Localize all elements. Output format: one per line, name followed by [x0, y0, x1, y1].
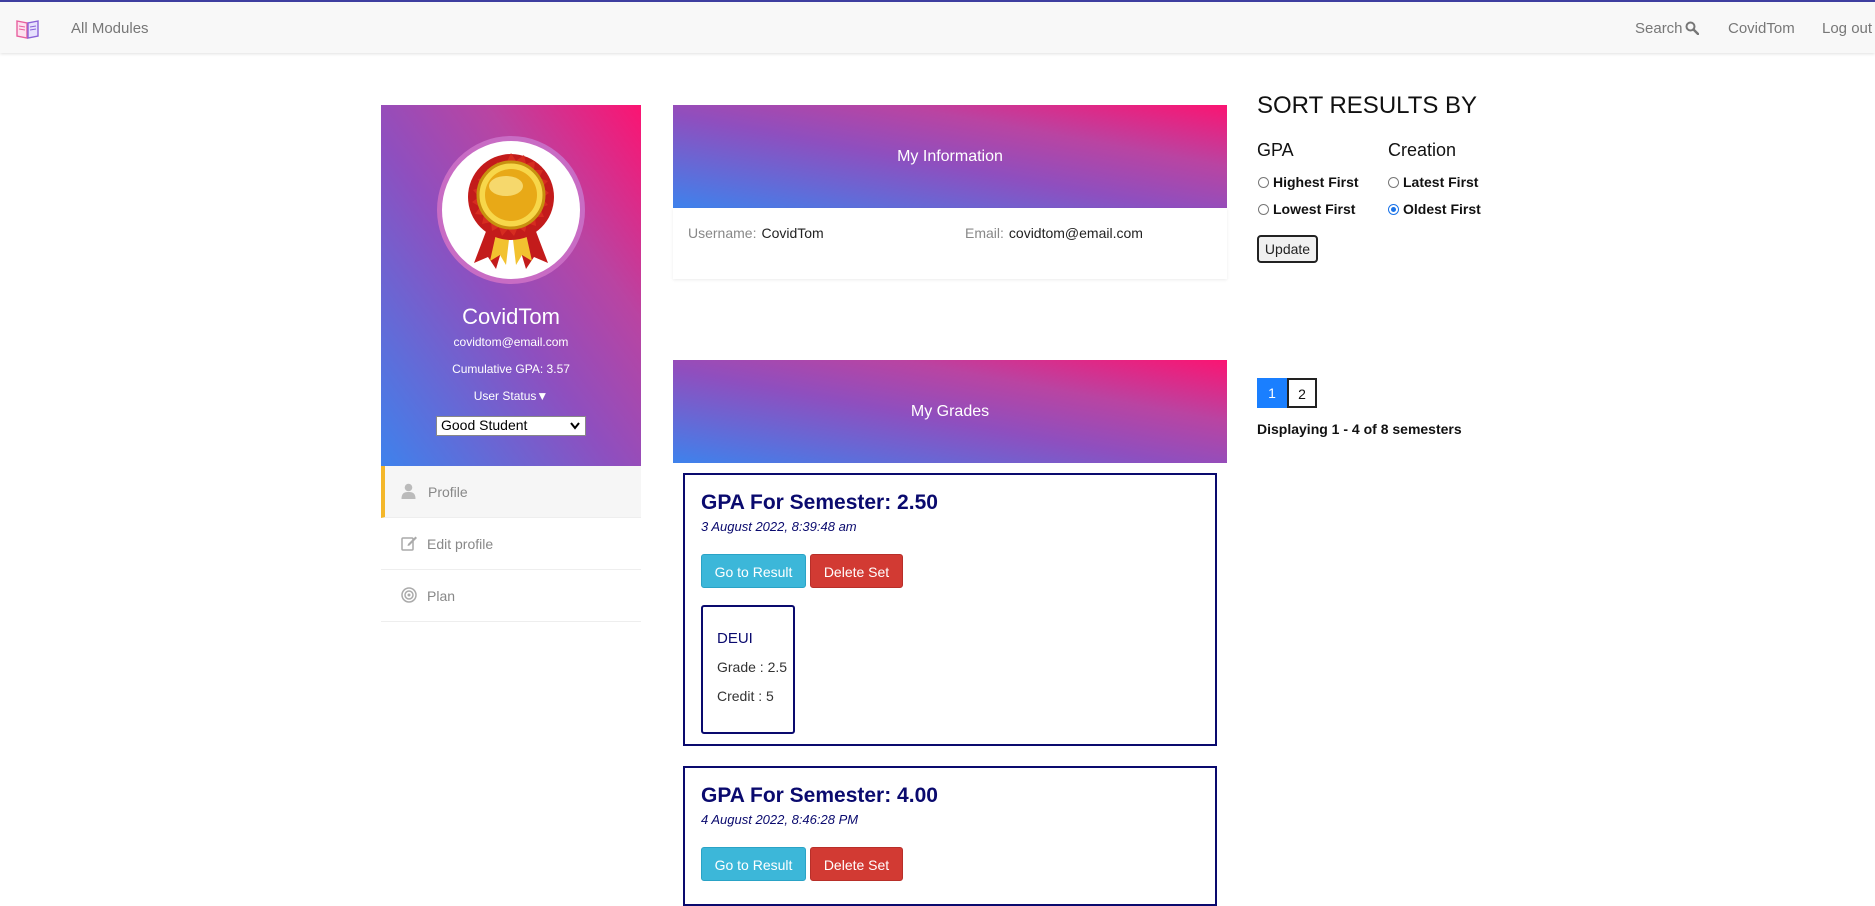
delete-set-button[interactable]: Delete Set [810, 554, 903, 588]
course-name: DEUI [717, 630, 753, 647]
semester-date: 3 August 2022, 8:39:48 am [701, 519, 857, 534]
sort-creation-heading: Creation [1388, 140, 1457, 160]
my-grades-header: My Grades [673, 360, 1227, 463]
chevron-down-icon [570, 422, 580, 430]
award-badge-icon [468, 153, 554, 269]
avatar [437, 136, 585, 284]
sort-results-title: SORT RESULTS BY [1257, 92, 1478, 119]
sidebar-item-label: Profile [428, 484, 468, 500]
email-value: covidtom@email.com [1008, 225, 1143, 241]
course-card: DEUI Grade : 2.5 Credit : 5 [701, 605, 795, 734]
sidebar-item-label: Plan [427, 588, 456, 604]
sort-lowest-first-option[interactable]: Lowest First [1258, 201, 1355, 217]
sort-latest-first-option[interactable]: Latest First [1388, 174, 1478, 190]
sidebar-item-label: Edit profile [427, 536, 494, 552]
pagination-info: Displaying 1 - 4 of 8 semesters [1257, 421, 1462, 437]
nav-all-modules-link[interactable]: All Modules [71, 20, 149, 37]
sidebar-item-edit-profile[interactable]: Edit profile [381, 518, 641, 570]
sort-gpa-heading: GPA [1257, 140, 1294, 160]
update-sort-button[interactable]: Update [1257, 235, 1318, 263]
sort-highest-first-option[interactable]: Highest First [1258, 174, 1359, 190]
delete-set-button[interactable]: Delete Set [810, 847, 903, 881]
my-information-body: Username: CovidTom Email: covidtom@email.c… [673, 208, 1227, 279]
search-icon [1685, 21, 1699, 36]
nav-search-link[interactable]: Search [1635, 20, 1699, 37]
sidebar-item-plan[interactable]: Plan [381, 570, 641, 622]
semester-card: GPA For Semester: 4.00 4 August 2022, 8:… [683, 766, 1217, 906]
nav-user-link[interactable]: CovidTom [1728, 20, 1795, 37]
profile-email: covidtom@email.com [453, 335, 569, 349]
course-credit: Credit : 5 [717, 688, 774, 704]
username-value: CovidTom [761, 225, 824, 241]
profile-cumulative-gpa: Cumulative GPA: 3.57 [452, 362, 570, 376]
radio-label: Lowest First [1273, 201, 1356, 217]
semester-card: GPA For Semester: 2.50 3 August 2022, 8:… [683, 473, 1217, 746]
username-field: Username: CovidTom [688, 225, 824, 241]
radio-highest-first[interactable] [1258, 177, 1269, 188]
nav-search-label: Search [1635, 20, 1683, 37]
email-label: Email: [965, 225, 1004, 241]
user-status-select[interactable]: Good Student [436, 416, 586, 436]
user-icon [401, 483, 416, 502]
sort-oldest-first-option[interactable]: Oldest First [1388, 201, 1481, 217]
page-1-button[interactable]: 1 [1257, 378, 1287, 408]
target-icon [401, 587, 417, 606]
semester-gpa-title: GPA For Semester: 2.50 [701, 491, 938, 514]
book-logo-icon[interactable] [15, 18, 40, 40]
username-label: Username: [688, 225, 757, 241]
radio-label: Highest First [1273, 174, 1359, 190]
top-navbar: All Modules Search CovidTom Log out [0, 0, 1875, 53]
semester-gpa-title: GPA For Semester: 4.00 [701, 784, 938, 807]
radio-label: Oldest First [1403, 201, 1481, 217]
sidebar-item-profile[interactable]: Profile [381, 466, 641, 518]
go-to-result-button[interactable]: Go to Result [701, 554, 806, 588]
go-to-result-button[interactable]: Go to Result [701, 847, 806, 881]
edit-icon [401, 535, 418, 554]
radio-oldest-first[interactable] [1388, 204, 1399, 215]
page-2-button[interactable]: 2 [1287, 378, 1317, 408]
semester-date: 4 August 2022, 8:46:28 PM [701, 812, 859, 827]
profile-side-menu: Profile Edit profile Plan [381, 466, 641, 622]
radio-lowest-first[interactable] [1258, 204, 1269, 215]
my-information-header: My Information [673, 105, 1227, 208]
profile-name: CovidTom [462, 304, 560, 329]
user-status-toggle[interactable]: User Status▼ [381, 389, 641, 403]
radio-label: Latest First [1403, 174, 1479, 190]
course-grade: Grade : 2.5 [717, 659, 788, 675]
nav-logout-link[interactable]: Log out [1822, 20, 1872, 37]
user-status-value: Good Student [441, 417, 528, 433]
radio-latest-first[interactable] [1388, 177, 1399, 188]
email-field: Email: covidtom@email.com [965, 225, 1143, 241]
profile-card: CovidTom covidtom@email.com Cumulative G… [381, 105, 641, 466]
